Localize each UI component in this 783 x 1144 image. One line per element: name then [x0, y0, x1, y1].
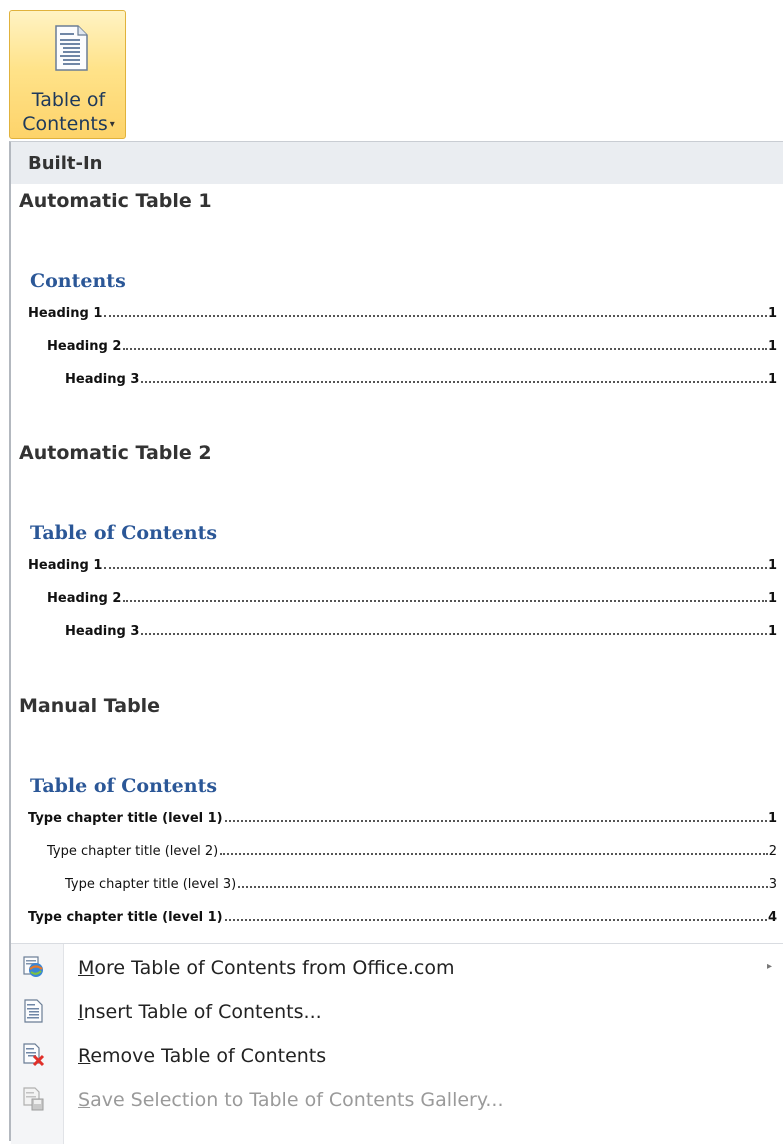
- menu-separator: [11, 943, 783, 944]
- gallery-item-title: Manual Table: [19, 695, 161, 717]
- command-label: Save Selection to Table of Contents Gall…: [78, 1089, 504, 1111]
- command-label: Insert Table of Contents...: [78, 1001, 322, 1023]
- toc-dropdown-menu: Built-In Automatic Table 1 Contents Head…: [9, 141, 783, 1144]
- submenu-arrow-icon: ▸: [767, 961, 773, 972]
- save-selection-to-gallery-item[interactable]: Save Selection to Table of Contents Gall…: [11, 1080, 783, 1120]
- button-label-line2: Contents ▾: [22, 113, 115, 135]
- save-selection-icon: [23, 1087, 44, 1111]
- toc-preview-heading: Contents: [30, 270, 126, 292]
- gallery-item-automatic-table-1[interactable]: Automatic Table 1 Contents Heading 11 He…: [11, 188, 783, 440]
- toc-preview-line: Type chapter title (level 2) 2: [47, 844, 777, 859]
- command-label: Remove Table of Contents: [78, 1045, 327, 1067]
- gallery-item-title: Automatic Table 1: [19, 190, 212, 212]
- gallery-item-title: Automatic Table 2: [19, 442, 212, 464]
- toc-preview-line: Heading 31: [65, 624, 777, 639]
- command-label: More Table of Contents from Office.com: [78, 957, 455, 979]
- insert-toc-icon: [24, 999, 43, 1023]
- toc-preview-line: Heading 31: [65, 372, 777, 387]
- toc-preview-line: Heading 11: [28, 306, 777, 321]
- insert-toc-item[interactable]: Insert Table of Contents...: [11, 992, 783, 1032]
- toc-preview-line: Type chapter title (level 3) 3: [65, 877, 777, 892]
- remove-toc-item[interactable]: Remove Table of Contents: [11, 1036, 783, 1076]
- toc-preview-heading: Table of Contents: [30, 775, 218, 797]
- toc-document-icon: [55, 25, 88, 71]
- remove-toc-icon: [23, 1043, 45, 1067]
- more-toc-from-office-com-item[interactable]: More Table of Contents from Office.com ▸: [11, 948, 783, 988]
- table-of-contents-button[interactable]: Table of Contents ▾: [9, 10, 126, 139]
- dropdown-arrow-icon: ▾: [109, 119, 115, 130]
- toc-preview-line: Heading 11: [28, 558, 777, 573]
- gallery-item-manual-table[interactable]: Manual Table Table of Contents Type chap…: [11, 693, 783, 945]
- toc-preview-line: Type chapter title (level 1) 4: [28, 910, 777, 925]
- toc-preview-line: Heading 21: [47, 591, 777, 606]
- toc-preview-heading: Table of Contents: [30, 522, 218, 544]
- toc-preview-line: Heading 21: [47, 339, 777, 354]
- gallery-item-automatic-table-2[interactable]: Automatic Table 2 Table of Contents Head…: [11, 440, 783, 692]
- office-web-icon: [23, 956, 43, 977]
- menu-section-header: Built-In: [11, 142, 783, 184]
- toc-preview-line: Type chapter title (level 1) 1: [28, 811, 777, 826]
- button-label-line1: Table of: [31, 89, 106, 111]
